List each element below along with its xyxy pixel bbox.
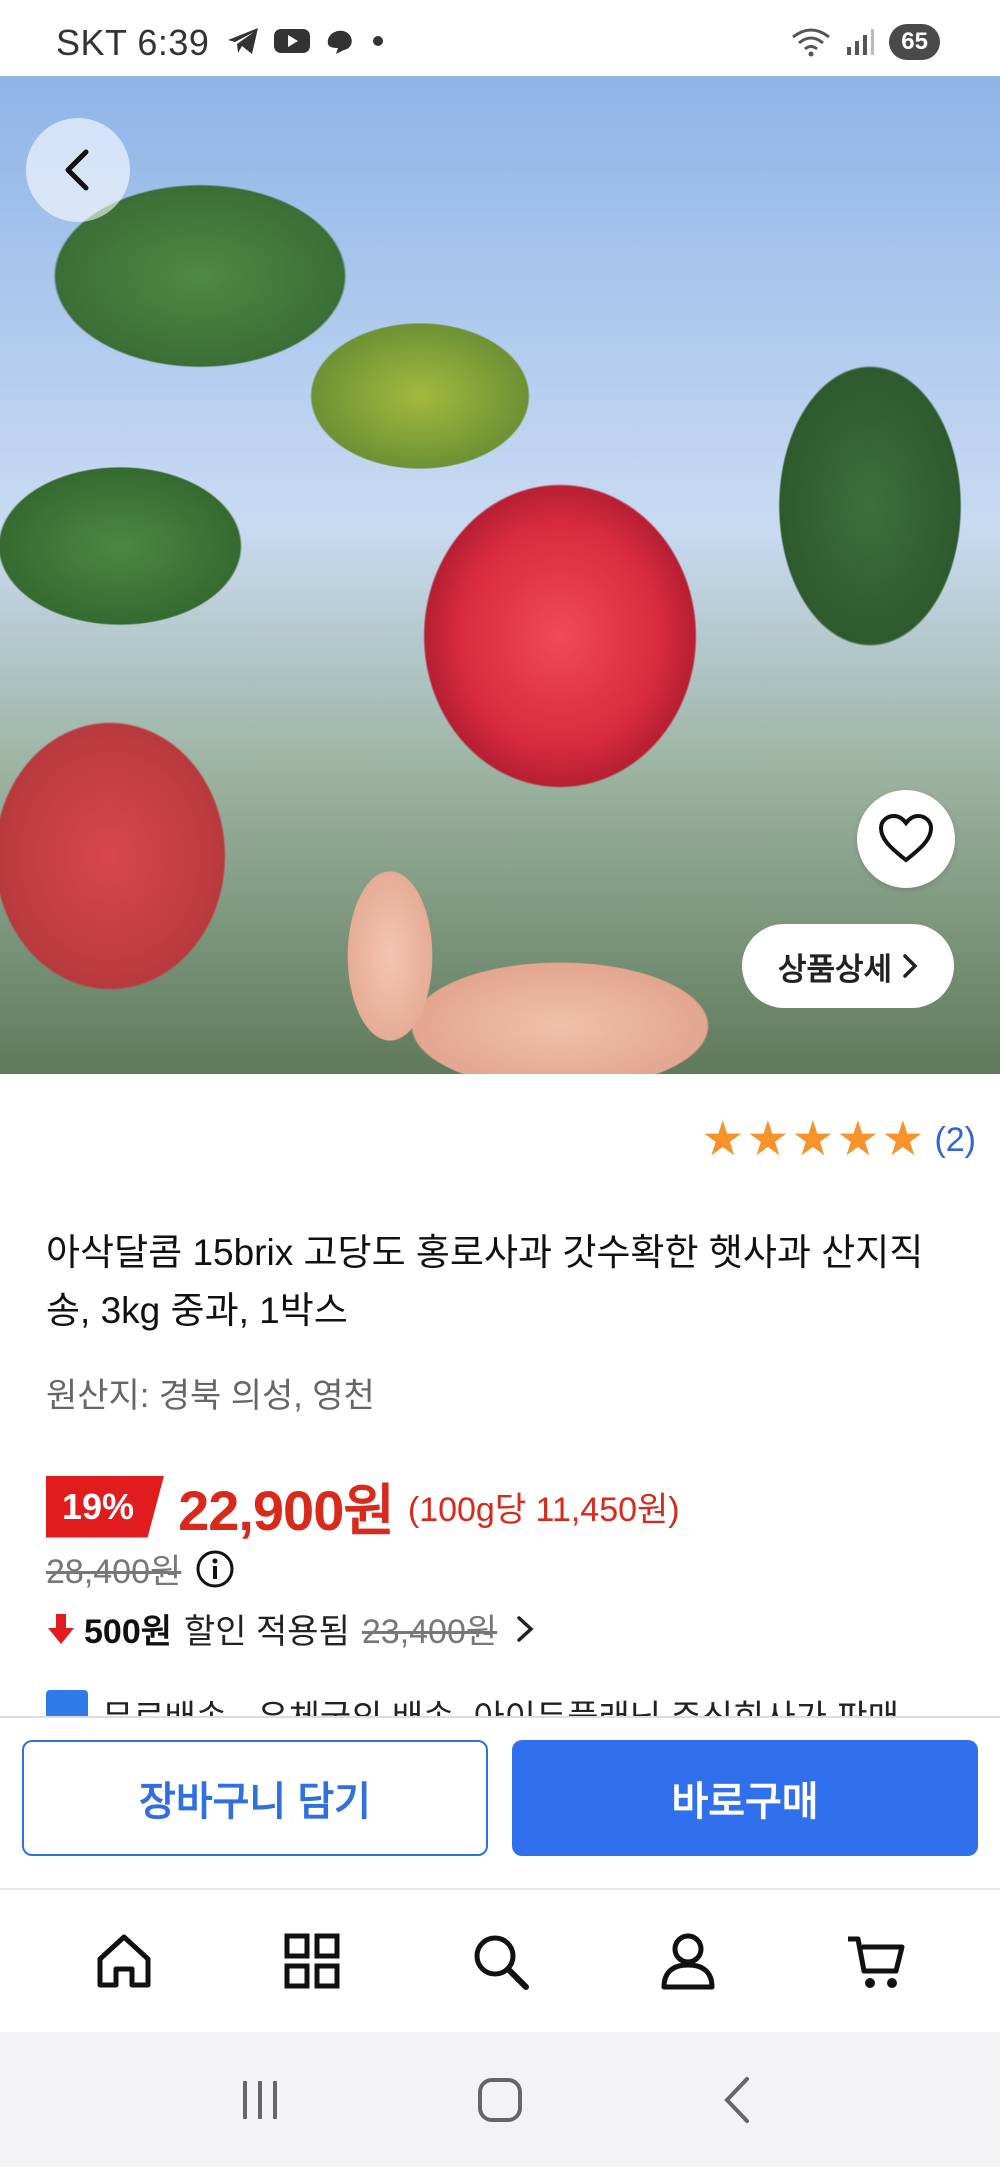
tab-search[interactable] xyxy=(460,1921,540,2001)
search-icon xyxy=(474,1935,529,1990)
original-price: 28,400원 xyxy=(46,1553,182,1591)
user-icon xyxy=(661,1933,715,1990)
youtube-icon xyxy=(274,29,310,53)
buy-now-button[interactable]: 바로구매 xyxy=(512,1740,978,1856)
product-origin: 원산지: 경북 의성, 영천 xyxy=(46,1377,375,1415)
purchase-action-bar: 장바구니 담기 바로구매 xyxy=(0,1716,1000,1888)
coupon-old-price: 23,400원 xyxy=(361,1613,498,1651)
star-icon: ★ xyxy=(791,1113,835,1166)
sale-price: 22,900원 xyxy=(178,1479,395,1542)
tab-home[interactable] xyxy=(84,1921,164,2001)
category-icon xyxy=(284,1933,340,1989)
chevron-left-icon xyxy=(65,149,89,191)
status-time: SKT 6:39 xyxy=(56,22,210,63)
chevron-right-icon xyxy=(517,1615,534,1642)
unit-price: (100g당 11,450원) xyxy=(407,1491,680,1529)
battery-icon: 65 xyxy=(889,24,940,60)
dot-icon xyxy=(373,36,383,46)
add-to-cart-button[interactable]: 장바구니 담기 xyxy=(22,1740,488,1856)
bottom-tab-bar xyxy=(0,1888,1000,2032)
rating-count[interactable]: (2) xyxy=(934,1121,976,1160)
star-icon: ★ xyxy=(881,1113,925,1166)
star-icon: ★ xyxy=(836,1113,880,1166)
back-nav-icon[interactable] xyxy=(715,2075,765,2125)
favorite-button[interactable] xyxy=(857,790,955,888)
star-icon: ★ xyxy=(701,1113,745,1166)
product-title: 아삭달콤 15brix 고당도 홍로사과 갓수확한 햇사과 산지직송, 3kg … xyxy=(46,1232,924,1331)
tab-category[interactable] xyxy=(272,1921,352,2001)
star-icon: ★ xyxy=(746,1113,790,1166)
notification-icons xyxy=(226,26,384,56)
original-price-row: 28,400원 xyxy=(46,1544,235,1593)
coupon-discount-row[interactable]: 500원 할인 적용됨 23,400원 xyxy=(46,1604,537,1653)
status-bar: SKT 6:39 65 xyxy=(0,0,1000,76)
info-icon[interactable] xyxy=(195,1549,235,1589)
coupon-amount: 500원 xyxy=(84,1613,173,1651)
system-icons: 65 xyxy=(791,24,940,60)
back-button[interactable] xyxy=(26,118,130,222)
price-row: 19% 22,900원 (100g당 11,450원) xyxy=(46,1466,680,1547)
recent-apps-icon[interactable] xyxy=(235,2075,285,2125)
cart-icon xyxy=(848,1936,905,1988)
heart-icon xyxy=(878,814,934,863)
product-image-carousel[interactable]: 상품상세 xyxy=(0,76,1000,1074)
home-icon xyxy=(97,1934,151,1988)
wifi-icon xyxy=(792,28,831,57)
coupon-text: 할인 적용됨 xyxy=(184,1613,350,1651)
signal-icon xyxy=(847,29,875,55)
telegram-icon xyxy=(228,28,258,54)
discount-badge: 19% xyxy=(46,1475,165,1538)
home-button-icon[interactable] xyxy=(475,2075,525,2125)
arrow-down-icon xyxy=(48,1613,74,1644)
tab-cart[interactable] xyxy=(836,1921,916,2001)
product-detail-label: 상품상세 xyxy=(777,951,893,987)
system-navigation-bar xyxy=(0,2032,1000,2167)
rating[interactable]: ★ ★ ★ ★ ★ (2) xyxy=(701,1116,976,1164)
chevron-right-icon xyxy=(903,954,918,978)
product-detail-button[interactable]: 상품상세 xyxy=(742,924,954,1008)
tab-my-page[interactable] xyxy=(648,1921,728,2001)
rating-stars: ★ ★ ★ ★ ★ xyxy=(701,1116,924,1164)
threads-icon xyxy=(327,30,352,54)
